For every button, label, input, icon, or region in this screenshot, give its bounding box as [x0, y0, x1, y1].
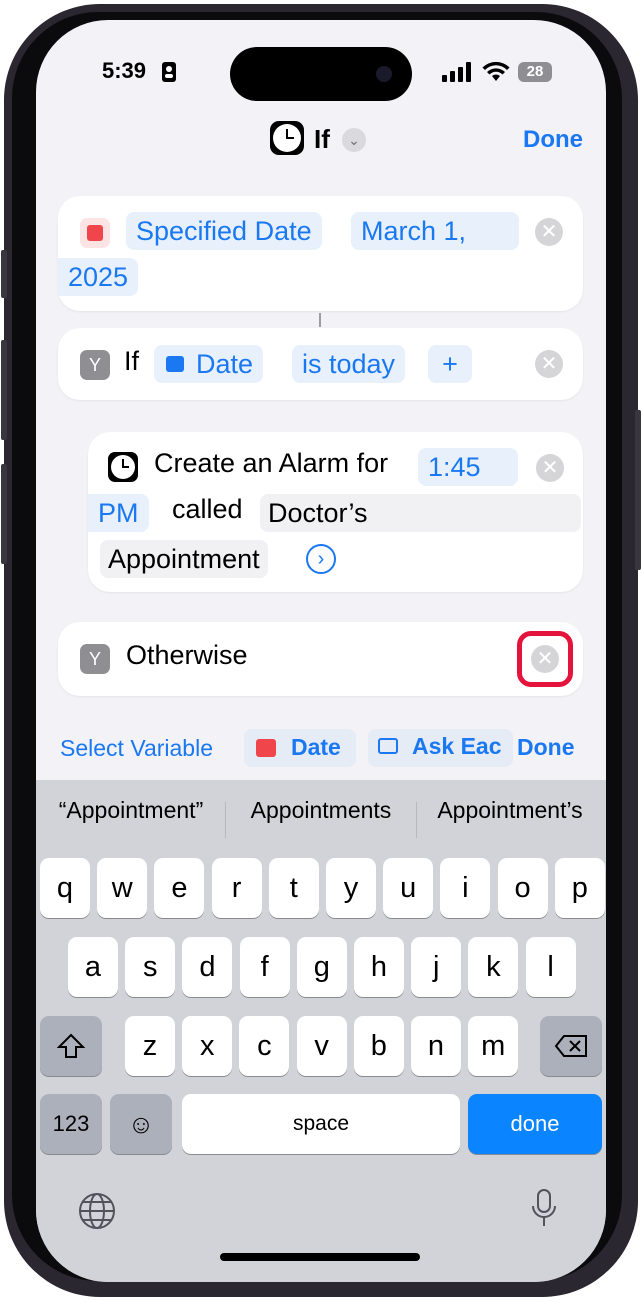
dynamic-island: [230, 47, 412, 101]
key-q[interactable]: q: [40, 858, 90, 918]
calendar-icon: [80, 218, 110, 248]
key-v[interactable]: v: [296, 1016, 347, 1076]
connector-line: [319, 313, 321, 327]
suggestion-quoted[interactable]: “Appointment”: [44, 797, 218, 824]
alarm-prefix-text: Create an Alarm for: [154, 448, 389, 478]
key-m[interactable]: m: [468, 1016, 519, 1076]
remove-if-button[interactable]: ✕: [535, 350, 563, 378]
remove-otherwise-button[interactable]: ✕: [531, 645, 559, 673]
nav-title[interactable]: If: [314, 124, 330, 155]
key-x[interactable]: x: [182, 1016, 233, 1076]
condition-chip[interactable]: is today: [292, 345, 406, 383]
key-t[interactable]: t: [268, 858, 319, 918]
suggestion-plural[interactable]: Appointments: [232, 797, 410, 824]
if-card[interactable]: Y If Date is today + ✕: [58, 328, 583, 400]
key-o[interactable]: o: [497, 858, 548, 918]
specified-date-chip[interactable]: Specified Date: [126, 212, 322, 250]
alarm-time-chip[interactable]: 1:45: [418, 448, 518, 486]
volume-up-button: [1, 340, 7, 440]
status-time: 5:39: [102, 58, 147, 83]
otherwise-label: Otherwise: [126, 640, 248, 670]
speech-bubble-icon: [378, 738, 398, 754]
ask-each-label: Ask Eac: [412, 733, 502, 759]
clock-app-icon: [108, 452, 138, 482]
chevron-down-icon[interactable]: ⌄: [342, 128, 366, 152]
suggestion-divider: [416, 802, 417, 838]
branch-icon: Y: [80, 644, 110, 674]
clock-icon: [270, 121, 304, 155]
branch-icon: Y: [80, 350, 110, 380]
numbers-key[interactable]: 123: [40, 1094, 102, 1154]
power-button: [635, 410, 641, 570]
calendar-small-icon: [166, 356, 184, 372]
remove-action-button[interactable]: ✕: [535, 218, 563, 246]
key-r[interactable]: r: [211, 858, 262, 918]
emoji-key[interactable]: ☺: [110, 1094, 172, 1154]
key-g[interactable]: g: [296, 937, 347, 997]
alarm-name-chip[interactable]: Doctor’s: [260, 494, 581, 532]
date-value-chip[interactable]: March 1,: [351, 212, 519, 250]
key-f[interactable]: f: [239, 937, 290, 997]
key-w[interactable]: w: [97, 858, 148, 918]
key-c[interactable]: c: [239, 1016, 290, 1076]
remove-alarm-button[interactable]: ✕: [536, 454, 564, 482]
screen: 5:39 28 If ⌄ Done Specified Date March 1…: [36, 20, 606, 1282]
expand-chevron-icon[interactable]: ›: [306, 544, 336, 574]
delete-key[interactable]: [540, 1016, 602, 1076]
toolbar-done-button[interactable]: Done: [517, 734, 575, 761]
wifi-icon: [482, 60, 510, 87]
date-variable-label: Date: [291, 734, 341, 760]
battery-icon: 28: [518, 62, 552, 82]
suggestion-possessive[interactable]: Appointment’s: [422, 797, 598, 824]
suggestion-divider: [225, 802, 226, 838]
done-button[interactable]: Done: [523, 126, 583, 154]
key-e[interactable]: e: [154, 858, 205, 918]
done-key[interactable]: done: [468, 1094, 602, 1154]
action-button: [1, 250, 7, 298]
key-l[interactable]: l: [525, 937, 576, 997]
alarm-name-line2[interactable]: Appointment: [100, 540, 268, 578]
cellular-signal-icon: [442, 62, 472, 87]
focus-icon: [162, 62, 176, 82]
create-alarm-card[interactable]: Create an Alarm for 1:45 PM called Docto…: [88, 432, 583, 592]
key-n[interactable]: n: [411, 1016, 461, 1076]
key-s[interactable]: s: [125, 937, 176, 997]
globe-icon[interactable]: [78, 1192, 116, 1235]
otherwise-card[interactable]: Y Otherwise ✕: [58, 622, 583, 696]
key-i[interactable]: i: [440, 858, 491, 918]
key-j[interactable]: j: [411, 937, 462, 997]
ask-each-time-button[interactable]: Ask Eac: [368, 729, 513, 767]
key-b[interactable]: b: [353, 1016, 404, 1076]
alarm-time-pm-chip[interactable]: PM: [88, 494, 149, 532]
key-h[interactable]: h: [354, 937, 404, 997]
volume-down-button: [1, 464, 7, 564]
key-k[interactable]: k: [468, 937, 519, 997]
microphone-icon[interactable]: [530, 1188, 558, 1235]
calendar-icon: [256, 739, 276, 757]
add-condition-button[interactable]: +: [428, 345, 472, 383]
key-z[interactable]: z: [125, 1016, 175, 1076]
key-p[interactable]: p: [554, 858, 605, 918]
key-a[interactable]: a: [68, 937, 118, 997]
if-label: If: [124, 346, 140, 376]
date-year-chip[interactable]: 2025: [58, 258, 139, 296]
shift-key[interactable]: [40, 1016, 102, 1076]
specified-date-card[interactable]: Specified Date March 1, 2025 ✕: [58, 196, 583, 311]
home-indicator: [220, 1253, 420, 1261]
space-key[interactable]: space: [182, 1094, 460, 1154]
key-y[interactable]: y: [326, 858, 376, 918]
key-d[interactable]: d: [182, 937, 233, 997]
called-text: called: [172, 494, 243, 524]
select-variable-button[interactable]: Select Variable: [60, 735, 213, 762]
key-u[interactable]: u: [383, 858, 434, 918]
